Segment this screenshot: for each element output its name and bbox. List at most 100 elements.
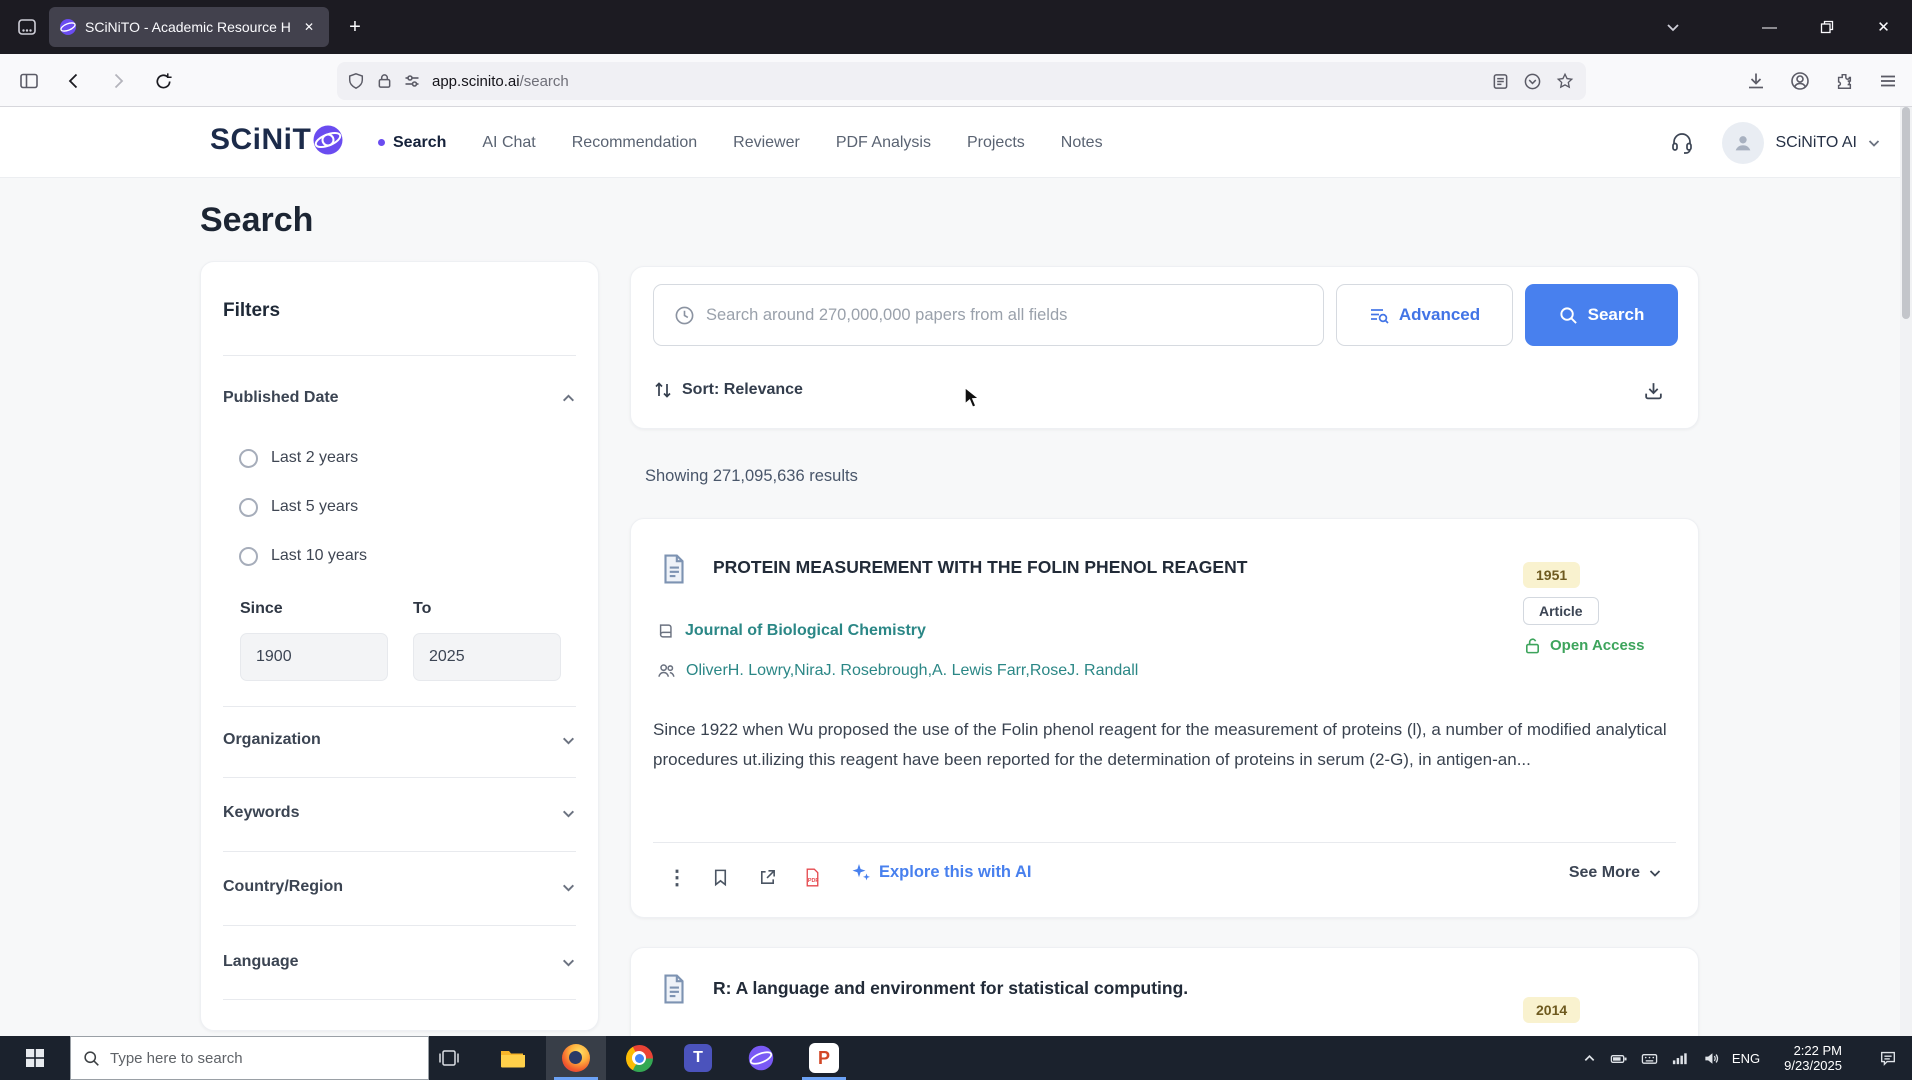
reload-icon[interactable] (149, 67, 177, 95)
tray-chevron-up-icon[interactable] (1577, 1046, 1601, 1070)
chevron-down-icon (561, 880, 576, 895)
nav-item-recommendation[interactable]: Recommendation (572, 134, 697, 152)
radio-last-5-years[interactable]: Last 5 years (239, 495, 358, 519)
back-icon[interactable] (60, 67, 88, 95)
taskbar-search[interactable] (70, 1036, 429, 1080)
window-close-button[interactable]: ✕ (1855, 0, 1912, 54)
window-minimize-button[interactable]: — (1741, 0, 1798, 54)
pdf-icon[interactable]: PDF (799, 864, 825, 890)
scinito-logo[interactable]: SCiNiT (210, 123, 344, 157)
result-title[interactable]: PROTEIN MEASUREMENT WITH THE FOLIN PHENO… (713, 557, 1498, 578)
window-controls: — ✕ (1741, 0, 1912, 54)
divider (223, 355, 576, 356)
volume-icon[interactable] (1699, 1046, 1723, 1070)
nav-item-projects[interactable]: Projects (967, 134, 1025, 152)
open-access: Open Access (1523, 636, 1645, 655)
scrollbar-thumb[interactable] (1902, 107, 1910, 319)
downloads-icon[interactable] (1742, 67, 1770, 95)
result-meta: 1951 Article Open Access (1523, 562, 1645, 655)
task-view-button[interactable] (419, 1036, 479, 1080)
list-all-tabs-icon[interactable] (1659, 15, 1687, 39)
network-icon[interactable] (1667, 1046, 1691, 1070)
more-options-icon[interactable]: ⋮ (664, 864, 690, 890)
new-tab-button[interactable]: + (341, 13, 369, 41)
firefox-view-icon[interactable] (12, 13, 42, 41)
reader-view-icon[interactable] (1492, 73, 1509, 90)
bookmark-star-icon[interactable] (1556, 72, 1574, 90)
search-button[interactable]: Search (1525, 284, 1678, 346)
article-type-badge: Article (1523, 597, 1599, 625)
filter-section-keywords[interactable]: Keywords (223, 796, 576, 830)
page-viewport: SCiNiT Search AI Chat Recommendation Rev… (0, 107, 1912, 1036)
to-input[interactable] (413, 633, 561, 681)
menu-icon[interactable] (1874, 67, 1902, 95)
window-restore-button[interactable] (1798, 0, 1855, 54)
filters-title: Filters (223, 300, 281, 321)
avatar (1721, 121, 1764, 164)
teams-icon[interactable]: T (668, 1036, 728, 1080)
export-results-icon[interactable] (1638, 370, 1668, 410)
chrome-icon[interactable] (609, 1036, 669, 1080)
chevron-down-icon (561, 733, 576, 748)
page-title: Search (200, 201, 314, 239)
bookmark-icon[interactable] (707, 864, 733, 890)
filter-section-published-date[interactable]: Published Date (223, 381, 576, 415)
support-headset-icon[interactable] (1670, 131, 1694, 155)
save-to-pocket-icon[interactable] (1524, 73, 1541, 90)
radio-last-2-years[interactable]: Last 2 years (239, 446, 358, 470)
search-panel: Advanced Search Sort: Relevance (630, 266, 1699, 429)
nav-item-pdf-analysis[interactable]: PDF Analysis (836, 134, 931, 152)
search-input[interactable] (706, 305, 1303, 325)
taskbar-search-input[interactable] (110, 1049, 416, 1067)
clock-date: 9/23/2025 (1784, 1058, 1842, 1073)
file-explorer-icon[interactable] (482, 1036, 542, 1080)
powerpoint-icon[interactable]: P (794, 1036, 854, 1080)
start-button[interactable] (0, 1036, 70, 1080)
lock-icon[interactable] (377, 73, 392, 89)
tab-close-icon[interactable]: ✕ (299, 17, 319, 37)
account-icon[interactable] (1786, 67, 1814, 95)
sort-control[interactable]: Sort: Relevance (653, 368, 803, 412)
explore-with-ai-button[interactable]: Explore this with AI (851, 862, 1032, 882)
result-title[interactable]: R: A language and environment for statis… (713, 978, 1498, 999)
result-card: R: A language and environment for statis… (630, 947, 1699, 1036)
url-bar[interactable]: app.scinito.ai/search (337, 62, 1586, 100)
year-badge: 2014 (1523, 997, 1581, 1023)
external-link-icon[interactable] (754, 864, 780, 890)
see-more-button[interactable]: See More (1569, 864, 1662, 882)
extensions-icon[interactable] (1830, 67, 1858, 95)
journal-link[interactable]: Journal of Biological Chemistry (685, 622, 926, 640)
result-meta: 2014 (1523, 997, 1581, 1023)
taskbar-clock[interactable]: 2:22 PM 9/23/2025 (1758, 1036, 1846, 1080)
nav-item-search[interactable]: Search (378, 134, 446, 152)
tracking-shield-icon[interactable] (347, 72, 365, 90)
filter-section-country-region[interactable]: Country/Region (223, 870, 576, 904)
nav-item-notes[interactable]: Notes (1061, 134, 1103, 152)
scinito-app-icon[interactable] (731, 1036, 791, 1080)
action-center-icon[interactable] (1868, 1036, 1908, 1080)
filter-section-organization[interactable]: Organization (223, 723, 576, 757)
chevron-down-icon (1648, 866, 1662, 880)
battery-icon[interactable] (1606, 1046, 1630, 1070)
advanced-search-button[interactable]: Advanced (1336, 284, 1513, 346)
nav-item-reviewer[interactable]: Reviewer (733, 134, 800, 152)
site-permissions-icon[interactable] (404, 73, 420, 89)
nav-item-ai-chat[interactable]: AI Chat (482, 134, 535, 152)
firefox-icon[interactable] (546, 1036, 606, 1080)
journal-icon (657, 622, 675, 640)
filter-section-language[interactable]: Language (223, 945, 576, 979)
account-menu[interactable]: SCiNiTO AI (1721, 107, 1888, 178)
since-input[interactable] (240, 633, 388, 681)
divider (223, 999, 576, 1000)
page-scrollbar[interactable] (1900, 107, 1912, 1036)
scinito-globe-icon (312, 124, 344, 156)
sparkles-icon (851, 862, 871, 882)
authors-link[interactable]: OliverH. Lowry,NiraJ. Rosebrough,A. Lewi… (686, 662, 1138, 680)
radio-icon (239, 546, 258, 566)
touch-keyboard-icon[interactable] (1637, 1046, 1661, 1070)
url-text[interactable]: app.scinito.ai/search (432, 73, 1492, 90)
forward-icon[interactable] (104, 67, 132, 95)
radio-last-10-years[interactable]: Last 10 years (239, 544, 367, 568)
sidebar-toggle-icon[interactable] (15, 67, 43, 95)
browser-tab[interactable]: SCiNiTO - Academic Resource H ✕ (49, 7, 329, 47)
